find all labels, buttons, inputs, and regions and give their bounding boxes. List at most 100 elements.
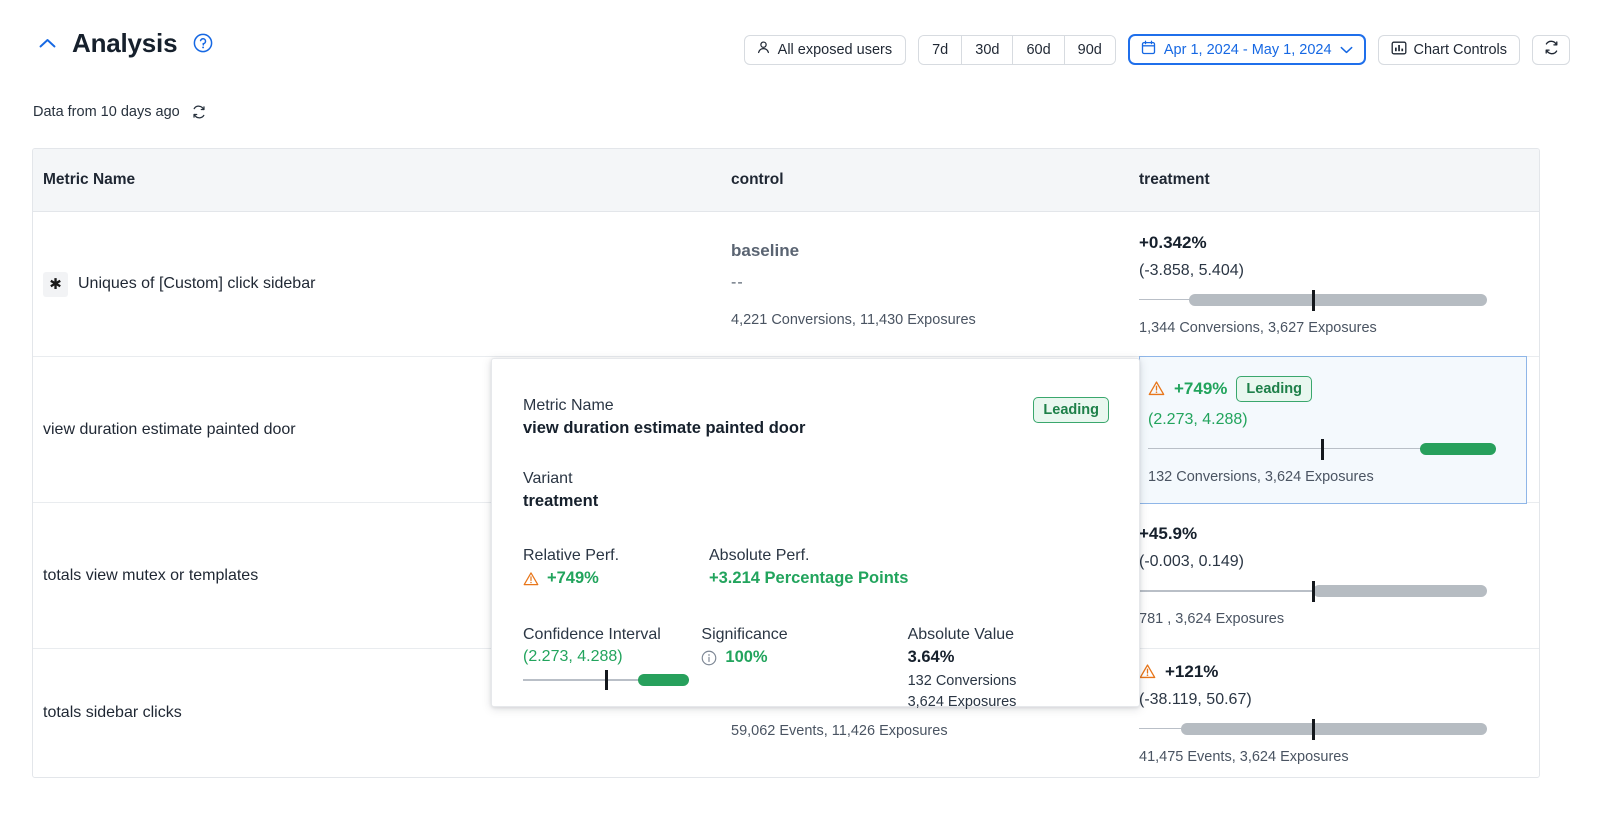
- tooltip-absolute-value-value: 3.64%: [908, 648, 1109, 667]
- column-header-metric: Metric Name: [33, 171, 731, 189]
- chart-controls-button[interactable]: Chart Controls: [1378, 35, 1520, 65]
- asterisk-icon: ✱: [43, 272, 68, 297]
- metric-name-label: view duration estimate painted door: [43, 421, 296, 439]
- treatment-counts: 41,475 Events, 3,624 Exposures: [1139, 749, 1531, 765]
- metric-name-label: Uniques of [Custom] click sidebar: [78, 275, 315, 293]
- confidence-interval-bar: [1139, 293, 1487, 307]
- control-value: --: [731, 274, 1139, 292]
- audience-filter-button[interactable]: All exposed users: [744, 35, 906, 65]
- treatment-pct: +121%: [1139, 662, 1531, 682]
- treatment-counts: 132 Conversions, 3,624 Exposures: [1148, 469, 1526, 485]
- tooltip-relative-perf-label: Relative Perf.: [523, 547, 709, 565]
- treatment-pct: +45.9%: [1139, 524, 1531, 544]
- tooltip-stats-row: Confidence Interval (2.273, 4.288) Signi…: [523, 626, 1109, 713]
- page-title: Analysis: [72, 30, 177, 56]
- analysis-page: Analysis All exposed users: [0, 0, 1600, 816]
- tooltip-variant-label: Variant: [523, 470, 1109, 488]
- control-cell: baseline -- 4,221 Conversions, 11,430 Ex…: [731, 212, 1139, 356]
- treatment-pct-value: +749%: [1174, 379, 1227, 399]
- table-row[interactable]: ✱ Uniques of [Custom] click sidebar base…: [33, 212, 1539, 357]
- range-90d[interactable]: 90d: [1065, 36, 1115, 64]
- tooltip-significance-label: Significance: [701, 626, 907, 644]
- refresh-icon: [1543, 39, 1560, 60]
- tooltip-perf-row: Relative Perf. +749% Absolute Perf. +3.2…: [523, 547, 1109, 588]
- treatment-ci: (-3.858, 5.404): [1139, 262, 1531, 280]
- control-counts: 59,062 Events, 11,426 Exposures: [731, 723, 1139, 739]
- info-circle-icon[interactable]: [701, 650, 717, 666]
- tooltip-absolute-perf: Absolute Perf. +3.214 Percentage Points: [709, 547, 924, 588]
- tooltip-absolute-conversions: 132 Conversions: [908, 671, 1109, 692]
- warning-triangle-icon: [1148, 380, 1165, 397]
- metric-name-label: totals sidebar clicks: [43, 704, 182, 722]
- treatment-pct: +0.342%: [1139, 233, 1531, 253]
- tooltip-variant-block: Variant treatment: [523, 470, 1109, 511]
- treatment-pct-value: +45.9%: [1139, 524, 1197, 544]
- tooltip-significance-value-wrap: 100%: [701, 648, 907, 667]
- column-header-control: control: [731, 171, 1139, 189]
- page-header: Analysis All exposed users: [0, 0, 1600, 88]
- title-group: Analysis: [36, 30, 213, 56]
- metric-name-label: totals view mutex or templates: [43, 567, 258, 585]
- tooltip-absolute-perf-label: Absolute Perf.: [709, 547, 924, 565]
- data-freshness: Data from 10 days ago: [33, 104, 207, 120]
- time-range-segmented-control: 7d 30d 60d 90d: [918, 35, 1116, 65]
- chart-controls-label: Chart Controls: [1414, 42, 1507, 58]
- treatment-cell-highlighted[interactable]: +749% Leading (2.273, 4.288) 132 Convers…: [1139, 356, 1527, 504]
- range-7d[interactable]: 7d: [919, 36, 962, 64]
- data-age-label: Data from 10 days ago: [33, 104, 180, 120]
- chevron-down-icon: [1340, 42, 1353, 58]
- range-60d[interactable]: 60d: [1013, 36, 1064, 64]
- treatment-ci: (-0.003, 0.149): [1139, 553, 1531, 571]
- treatment-pct-value: +0.342%: [1139, 233, 1207, 253]
- confidence-interval-bar: [1139, 722, 1487, 736]
- tooltip-significance: Significance 100%: [701, 626, 907, 713]
- tooltip-header: Metric Name view duration estimate paint…: [523, 397, 1109, 438]
- date-range-picker[interactable]: Apr 1, 2024 - May 1, 2024: [1128, 34, 1366, 65]
- metric-cell: ✱ Uniques of [Custom] click sidebar: [33, 212, 731, 356]
- control-variant-label: baseline: [731, 241, 1139, 261]
- tooltip-absolute-perf-value: +3.214 Percentage Points: [709, 569, 924, 588]
- status-badge: Leading: [1236, 376, 1312, 402]
- chevron-up-icon[interactable]: [36, 32, 58, 54]
- tooltip-relative-perf-value-wrap: +749%: [523, 569, 709, 588]
- range-30d[interactable]: 30d: [962, 36, 1013, 64]
- confidence-interval-bar: [1139, 584, 1487, 598]
- confidence-interval-bar: [1148, 442, 1496, 456]
- tooltip-confidence-interval: Confidence Interval (2.273, 4.288): [523, 626, 701, 713]
- treatment-counts: 781 , 3,624 Exposures: [1139, 611, 1531, 627]
- warning-triangle-icon: [1139, 663, 1156, 680]
- tooltip-absolute-exposures: 3,624 Exposures: [908, 692, 1109, 713]
- tooltip-relative-perf-value: +749%: [547, 569, 599, 588]
- treatment-cell[interactable]: +121% (-38.119, 50.67) 41,475 Events, 3,…: [1139, 649, 1531, 777]
- metric-name: ✱ Uniques of [Custom] click sidebar: [43, 272, 731, 297]
- status-badge: Leading: [1033, 397, 1109, 423]
- tooltip-relative-perf: Relative Perf. +749%: [523, 547, 709, 588]
- tooltip-absolute-value-label: Absolute Value: [908, 626, 1109, 644]
- audience-filter-label: All exposed users: [778, 42, 892, 58]
- tooltip-ci-label: Confidence Interval: [523, 626, 701, 644]
- tooltip-metric-block: Metric Name view duration estimate paint…: [523, 397, 805, 438]
- metric-detail-tooltip: Metric Name view duration estimate paint…: [491, 358, 1140, 707]
- help-circle-icon[interactable]: [193, 33, 213, 53]
- tooltip-absolute-value: Absolute Value 3.64% 132 Conversions 3,6…: [908, 626, 1109, 713]
- refresh-data-icon[interactable]: [191, 104, 207, 120]
- tooltip-variant-value: treatment: [523, 492, 1109, 511]
- tooltip-significance-value: 100%: [725, 648, 767, 667]
- refresh-button[interactable]: [1532, 35, 1570, 65]
- toolbar: All exposed users 7d 30d 60d 90d Apr 1, …: [744, 34, 1570, 65]
- treatment-ci: (2.273, 4.288): [1148, 411, 1526, 429]
- treatment-counts: 1,344 Conversions, 3,627 Exposures: [1139, 320, 1531, 336]
- treatment-pct: +749% Leading: [1148, 376, 1526, 402]
- tooltip-ci-value: (2.273, 4.288): [523, 648, 701, 666]
- treatment-cell[interactable]: +0.342% (-3.858, 5.404) 1,344 Conversion…: [1139, 212, 1531, 356]
- tooltip-metric-name-label: Metric Name: [523, 397, 805, 415]
- treatment-cell[interactable]: +45.9% (-0.003, 0.149) 781 , 3,624 Expos…: [1139, 503, 1531, 648]
- date-range-label: Apr 1, 2024 - May 1, 2024: [1164, 42, 1332, 58]
- tooltip-ci-bar: [523, 672, 689, 688]
- control-counts: 4,221 Conversions, 11,430 Exposures: [731, 312, 1139, 328]
- person-icon: [756, 40, 771, 59]
- table-header-row: Metric Name control treatment: [33, 149, 1539, 212]
- calendar-icon: [1141, 40, 1156, 59]
- warning-triangle-icon: [523, 571, 539, 587]
- tooltip-metric-name-value: view duration estimate painted door: [523, 419, 805, 438]
